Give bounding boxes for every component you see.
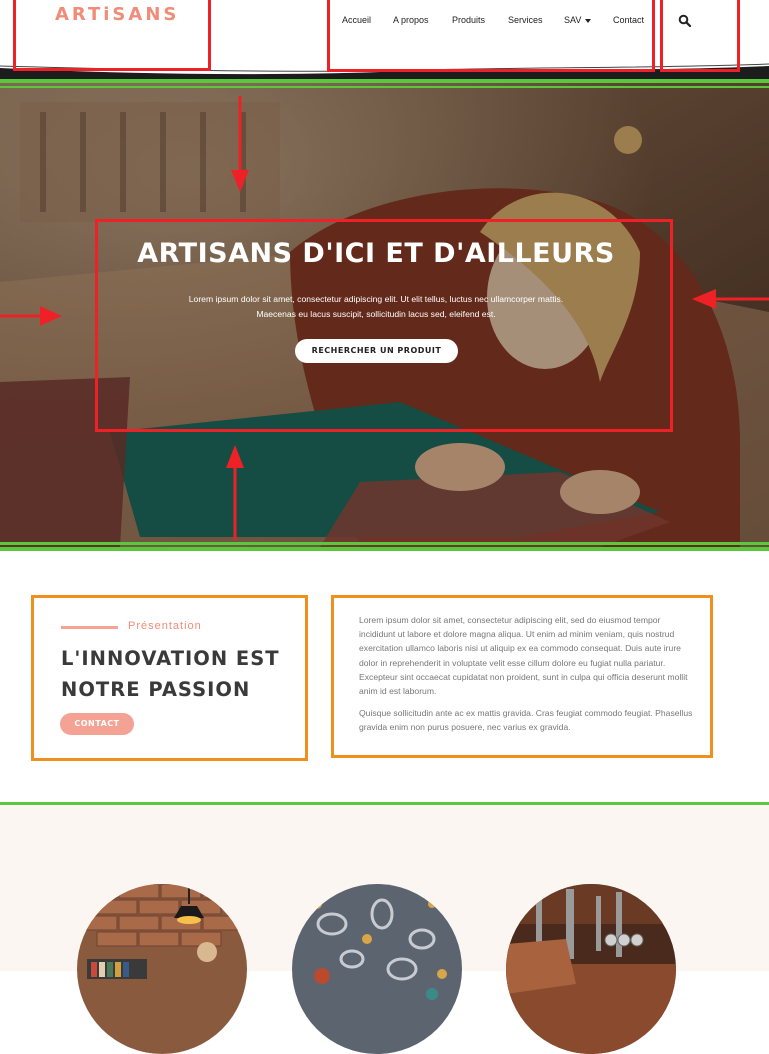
annotation-presentation-right-box xyxy=(331,595,713,758)
category-image-interior-picture xyxy=(77,884,247,1054)
category-image-interior[interactable] xyxy=(77,884,247,1054)
category-image-jewelry-picture xyxy=(292,884,462,1054)
category-image-leather-tools[interactable] xyxy=(506,884,676,1054)
annotation-presentation-left-box xyxy=(31,595,308,761)
category-image-leather-tools-picture xyxy=(506,884,676,1054)
category-image-jewelry[interactable] xyxy=(292,884,462,1054)
